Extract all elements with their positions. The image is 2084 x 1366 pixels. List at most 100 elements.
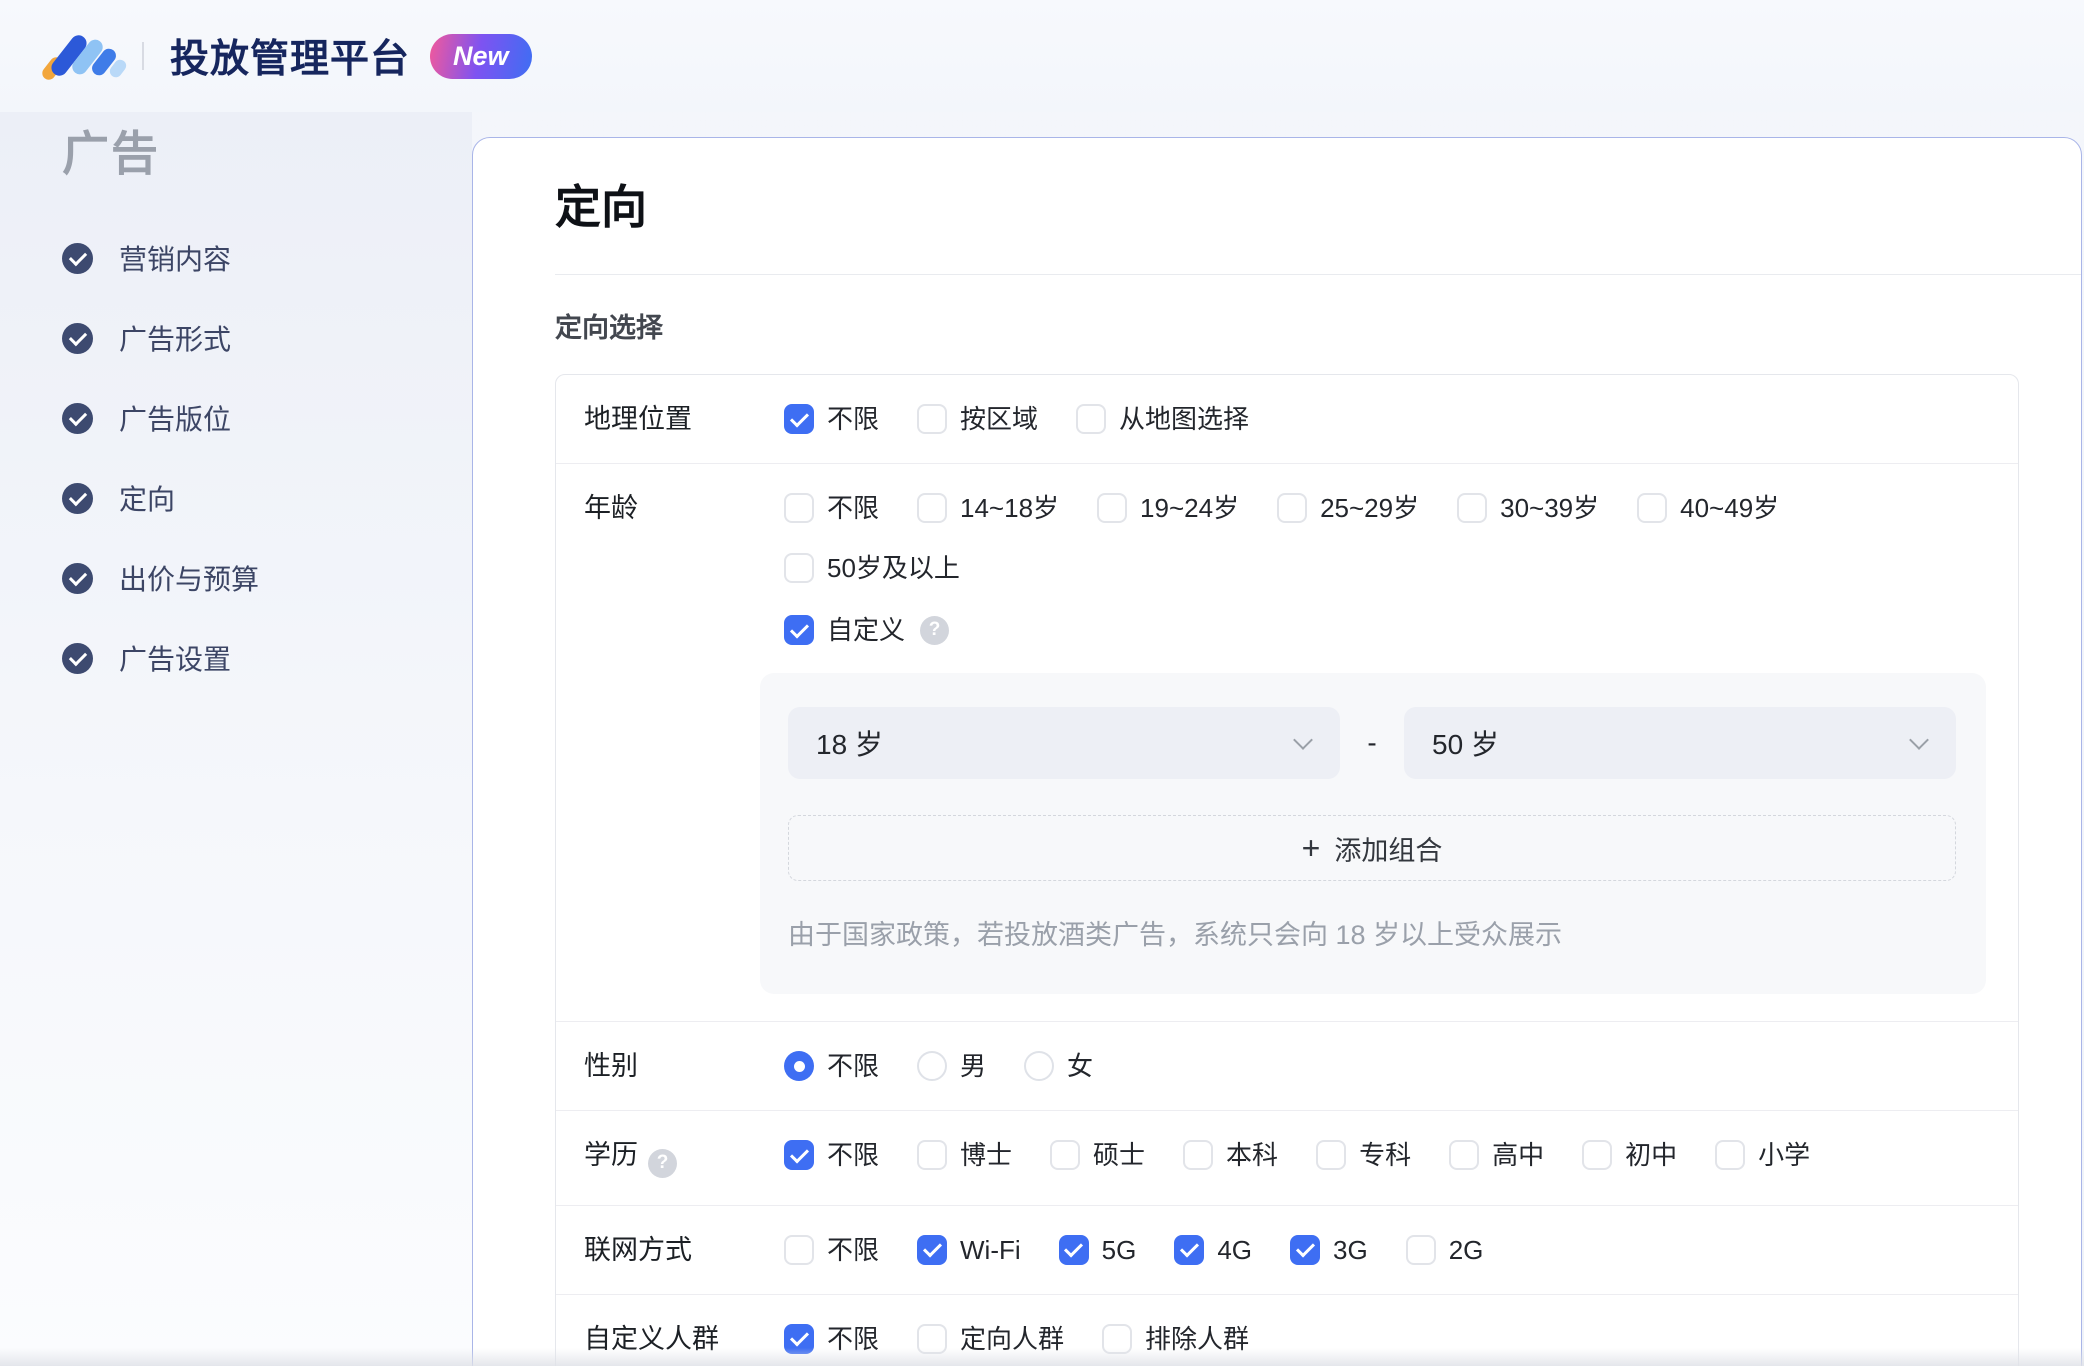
row-label-network: 联网方式 (584, 1233, 784, 1267)
option-2G[interactable]: 2G (1405, 1233, 1483, 1267)
checkbox-unchecked[interactable] (1405, 1234, 1436, 1265)
checkbox-unchecked[interactable] (1076, 404, 1107, 434)
checkbox-unchecked[interactable] (917, 404, 948, 434)
option-小学[interactable]: 小学 (1715, 1138, 1810, 1172)
option-不限[interactable]: 不限 (784, 1138, 879, 1172)
checkbox-checked[interactable] (784, 1323, 814, 1354)
option-不限[interactable]: 不限 (784, 1233, 879, 1267)
checkbox-unchecked[interactable] (784, 1234, 814, 1265)
option-group: 不限 Wi-Fi 5G 4G 3G 2G (784, 1233, 1992, 1267)
row-label-geo: 地理位置 (584, 402, 784, 436)
option-博士[interactable]: 博士 (917, 1138, 1012, 1172)
age-to-select[interactable]: 50 岁 (1404, 707, 1956, 779)
option-40~49岁[interactable]: 40~49岁 (1637, 491, 1779, 525)
option-不限[interactable]: 不限 (784, 491, 879, 525)
option-label: 男 (960, 1051, 987, 1081)
option-不限[interactable]: 不限 (784, 402, 879, 436)
checkbox-unchecked[interactable] (1715, 1140, 1746, 1170)
option-男[interactable]: 男 (917, 1049, 986, 1083)
checkbox-checked[interactable] (784, 1140, 814, 1170)
row-options-gender: 不限 男 女 (784, 1049, 1992, 1083)
sidebar-item-label: 广告版位 (119, 404, 232, 435)
row-options-custom-audience: 不限 定向人群 排除人群 (784, 1322, 1992, 1356)
checkbox-unchecked[interactable] (784, 493, 814, 523)
checkbox-checked[interactable] (784, 404, 814, 434)
option-Wi-Fi[interactable]: Wi-Fi (917, 1233, 1021, 1267)
checkbox-unchecked[interactable] (917, 493, 948, 523)
option-label: 5G (1101, 1234, 1137, 1265)
sidebar-item-6[interactable]: 广告设置 (62, 618, 472, 698)
step-completed-check-icon (62, 482, 93, 514)
step-completed-check-icon (62, 562, 93, 594)
option-30~39岁[interactable]: 30~39岁 (1457, 491, 1599, 525)
checkbox-unchecked[interactable] (1050, 1140, 1081, 1170)
checkbox-unchecked[interactable] (1457, 493, 1488, 523)
row-label-text: 自定义人群 (584, 1323, 719, 1354)
sidebar-item-5[interactable]: 出价与预算 (62, 538, 472, 618)
option-从地图选择[interactable]: 从地图选择 (1076, 402, 1249, 436)
option-4G[interactable]: 4G (1174, 1233, 1252, 1267)
section-label: 定向选择 (555, 313, 663, 343)
option-硕士[interactable]: 硕士 (1050, 1138, 1145, 1172)
option-自定义[interactable]: 自定义? (784, 613, 950, 647)
option-label: 硕士 (1093, 1140, 1146, 1170)
option-help-icon[interactable]: ? (920, 615, 950, 645)
option-排除人群[interactable]: 排除人群 (1102, 1322, 1249, 1356)
sidebar-item-label: 营销内容 (119, 244, 232, 275)
form-row-age: 年龄 不限 14~18岁 19~24岁 25~29岁 30~39岁 40~49岁 50岁及以上… (556, 464, 2018, 1022)
option-初中[interactable]: 初中 (1582, 1138, 1677, 1172)
row-label-education: 学历? (584, 1138, 784, 1178)
option-14~18岁[interactable]: 14~18岁 (917, 491, 1059, 525)
row-help-icon[interactable]: ? (648, 1148, 677, 1178)
checkbox-unchecked[interactable] (1316, 1140, 1347, 1170)
option-group: 不限 博士 硕士 本科 专科 高中 初中 小学 (784, 1138, 1992, 1172)
option-专科[interactable]: 专科 (1316, 1138, 1411, 1172)
sidebar-item-3[interactable]: 广告版位 (62, 378, 472, 458)
option-5G[interactable]: 5G (1058, 1233, 1137, 1267)
row-label-age: 年龄 (584, 491, 784, 525)
checkbox-unchecked[interactable] (1183, 1140, 1214, 1170)
age-from-select[interactable]: 18 岁 (788, 707, 1340, 779)
checkbox-unchecked[interactable] (1449, 1140, 1480, 1170)
checkbox-unchecked[interactable] (917, 1323, 948, 1354)
radio-selected[interactable] (784, 1051, 814, 1081)
checkbox-checked[interactable] (917, 1234, 948, 1265)
row-label-text: 联网方式 (584, 1234, 692, 1265)
option-不限[interactable]: 不限 (784, 1322, 879, 1356)
option-label: 排除人群 (1145, 1323, 1250, 1354)
checkbox-checked[interactable] (784, 615, 814, 645)
form-row-education: 学历? 不限 博士 硕士 本科 专科 高中 初中 小学 (556, 1111, 2018, 1206)
checkbox-unchecked[interactable] (1097, 493, 1128, 523)
sidebar-item-1[interactable]: 营销内容 (62, 218, 472, 298)
checkbox-unchecked[interactable] (917, 1140, 948, 1170)
radio-unselected[interactable] (917, 1051, 948, 1081)
range-separator: - (1367, 727, 1377, 758)
option-本科[interactable]: 本科 (1183, 1138, 1278, 1172)
checkbox-unchecked[interactable] (1277, 493, 1308, 523)
option-25~29岁[interactable]: 25~29岁 (1277, 491, 1419, 525)
option-按区域[interactable]: 按区域 (917, 402, 1038, 436)
option-50岁及以上[interactable]: 50岁及以上 (784, 551, 960, 585)
brand-logo-icon (39, 24, 129, 88)
option-3G[interactable]: 3G (1290, 1233, 1368, 1267)
option-高中[interactable]: 高中 (1449, 1138, 1544, 1172)
sidebar-item-2[interactable]: 广告形式 (62, 298, 472, 378)
checkbox-checked[interactable] (1058, 1234, 1089, 1265)
title-divider (555, 274, 2081, 275)
age-range-panel: 18 岁 - 50 岁 + 添加组合 由于国家政策，若投放酒类广告，系统只会向 18 岁以… (760, 673, 1986, 994)
radio-unselected[interactable] (1024, 1051, 1055, 1081)
option-label: 不限 (827, 1323, 880, 1354)
checkbox-checked[interactable] (1290, 1234, 1321, 1265)
add-combination-button[interactable]: + 添加组合 (788, 815, 1956, 881)
checkbox-unchecked[interactable] (784, 553, 814, 583)
checkbox-unchecked[interactable] (1637, 493, 1668, 523)
option-女[interactable]: 女 (1024, 1049, 1093, 1083)
checkbox-unchecked[interactable] (1582, 1140, 1613, 1170)
sidebar-item-4[interactable]: 定向 (62, 458, 472, 538)
app-header: 投放管理平台 New (0, 0, 2084, 112)
checkbox-checked[interactable] (1174, 1234, 1205, 1265)
option-19~24岁[interactable]: 19~24岁 (1097, 491, 1239, 525)
option-定向人群[interactable]: 定向人群 (917, 1322, 1064, 1356)
checkbox-unchecked[interactable] (1102, 1323, 1133, 1354)
option-不限[interactable]: 不限 (784, 1049, 879, 1083)
